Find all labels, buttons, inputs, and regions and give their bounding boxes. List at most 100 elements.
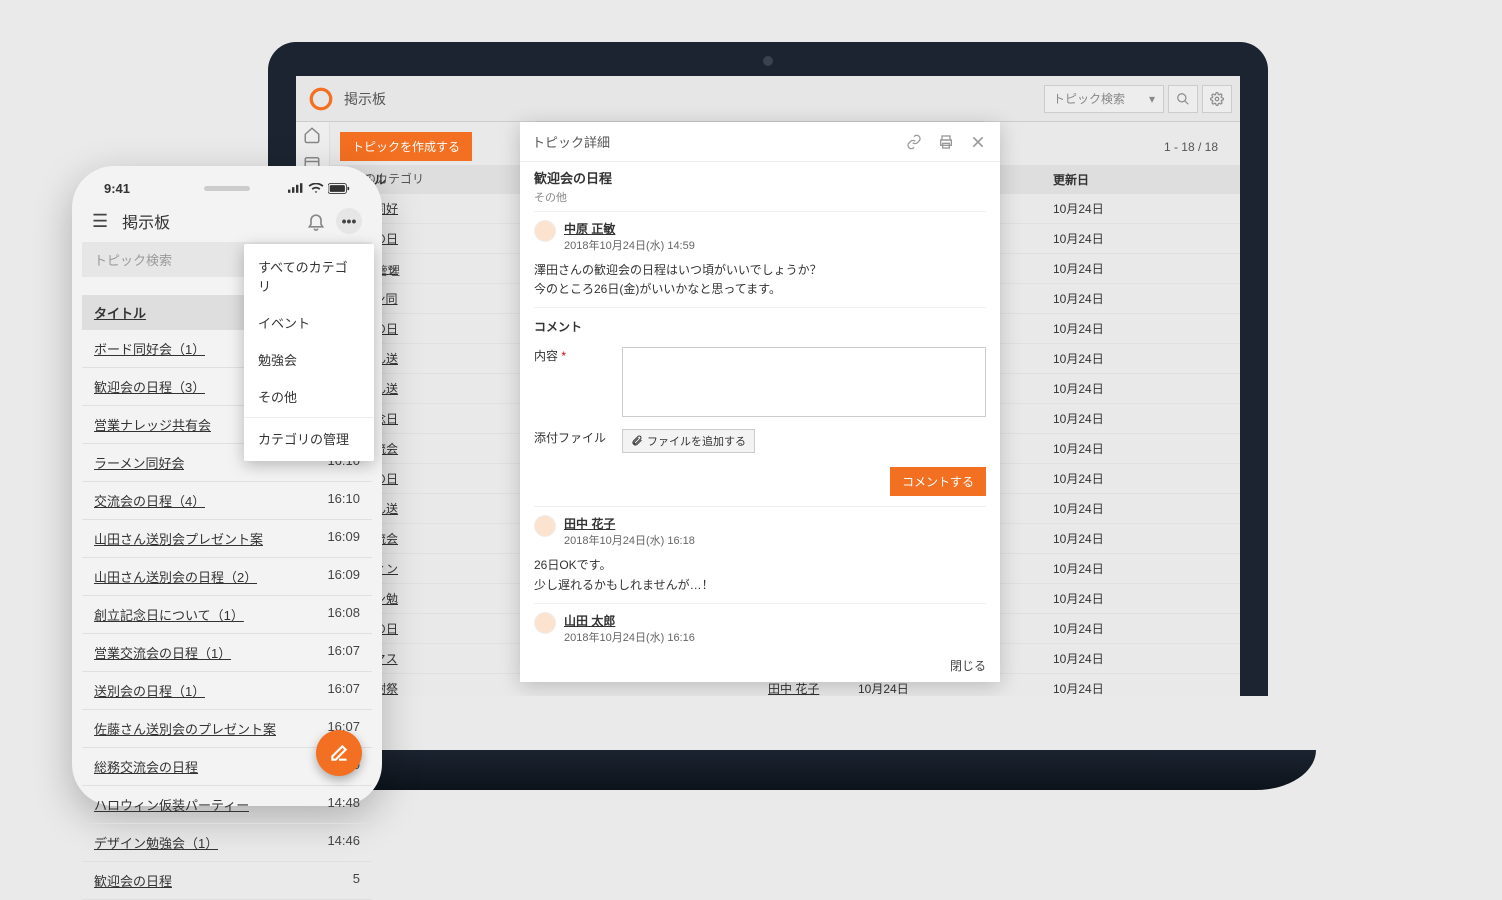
updated-date: 10月24日 xyxy=(1045,464,1240,494)
laptop-camera xyxy=(763,56,773,66)
more-button[interactable]: ••• xyxy=(336,208,362,234)
category-dropdown: すべてのカテゴリイベント勉強会その他 カテゴリの管理 xyxy=(244,244,374,461)
topic-link[interactable]: ボード同好会（1） xyxy=(94,339,205,358)
menu-icon[interactable]: ☰ xyxy=(92,211,108,232)
updated-date: 10月24日 xyxy=(1045,404,1240,434)
comment-section-label: コメント xyxy=(534,308,986,341)
phone-speaker xyxy=(204,186,250,191)
topic-time: 14:46 xyxy=(327,833,360,852)
comment: 田中 花子 2018年10月24日(水) 16:18 xyxy=(534,507,986,552)
comment-timestamp: 2018年10月24日(水) 16:16 xyxy=(564,629,695,645)
comment: 山田 太郎 2018年10月24日(水) 16:16 xyxy=(534,604,986,649)
dropdown-item[interactable]: すべてのカテゴリ xyxy=(244,248,374,304)
add-file-button[interactable]: ファイルを追加する xyxy=(622,429,755,453)
updated-date: 10月24日 xyxy=(1045,374,1240,404)
phone-th-title[interactable]: タイトル xyxy=(94,306,146,321)
updated-date: 10月24日 xyxy=(1045,524,1240,554)
comment-body: 26日OKです。少し遅れるかもしれませんが…！ xyxy=(534,552,986,603)
close-icon[interactable] xyxy=(970,134,988,150)
app-title: 掲示板 xyxy=(344,89,386,109)
topic-link[interactable]: 営業交流会の日程（1） xyxy=(94,643,231,662)
author-link[interactable]: 田中 花子 xyxy=(768,682,819,696)
topic-link[interactable]: 佐藤さん送別会のプレゼント案 xyxy=(94,719,276,738)
laptop-screen: 掲示板 トピック検索 ▾ xyxy=(296,76,1240,696)
laptop-frame: 掲示板 トピック検索 ▾ xyxy=(268,42,1268,696)
topic-link[interactable]: 総務交流会の日程 xyxy=(94,757,198,776)
modal-title: トピック詳細 xyxy=(532,132,610,151)
topic-title: 歓迎会の日程 xyxy=(534,162,986,187)
list-item[interactable]: 交流会の日程（4） 16:10 xyxy=(82,482,372,520)
close-link[interactable]: 閉じる xyxy=(950,659,986,673)
chevron-down-icon: ▾ xyxy=(1149,92,1155,106)
pagination-top: 1 - 18 / 18 xyxy=(1164,140,1230,154)
settings-button[interactable] xyxy=(1202,85,1232,113)
search-button[interactable] xyxy=(1168,85,1198,113)
updated-date: 10月24日 xyxy=(1045,614,1240,644)
laptop-base xyxy=(220,750,1316,790)
topic-time: 5 xyxy=(353,871,360,890)
topic-time: 16:10 xyxy=(327,491,360,510)
topic-link[interactable]: 営業ナレッジ共有会 xyxy=(94,415,211,434)
topic-time: 16:07 xyxy=(327,643,360,662)
dropdown-item[interactable]: 勉強会 xyxy=(244,341,374,378)
list-item[interactable]: 創立記念日について（1） 16:08 xyxy=(82,596,372,634)
submit-comment-button[interactable]: コメントする xyxy=(890,467,986,496)
updated-date: 10月24日 xyxy=(1045,194,1240,224)
app-logo-icon xyxy=(304,82,338,116)
link-icon[interactable] xyxy=(906,134,924,150)
op-author[interactable]: 中原 正敏 xyxy=(564,220,695,237)
bell-icon[interactable] xyxy=(306,211,326,231)
list-item[interactable]: 山田さん送別会の日程（2） 16:09 xyxy=(82,558,372,596)
topic-link[interactable]: 創立記念日について（1） xyxy=(94,605,244,624)
updated-date: 10月24日 xyxy=(1045,674,1240,697)
updated-date: 10月24日 xyxy=(1045,434,1240,464)
dropdown-item[interactable]: その他 xyxy=(244,378,374,415)
updated-date: 10月24日 xyxy=(1045,314,1240,344)
topic-time: 16:07 xyxy=(327,681,360,700)
topic-link[interactable]: ハロウィン仮装パーティー xyxy=(94,795,249,814)
comment-author[interactable]: 田中 花子 xyxy=(564,515,695,532)
list-item[interactable]: ハロウィン仮装パーティー14:48 xyxy=(82,786,372,824)
comment-textarea[interactable] xyxy=(622,347,986,417)
phone-title: 掲示板 xyxy=(122,209,170,233)
topic-time: 16:09 xyxy=(327,567,360,586)
topic-link[interactable]: 送別会の日程（1） xyxy=(94,681,205,700)
create-topic-button[interactable]: トピックを作成する xyxy=(340,132,472,161)
updated-date: 10月24日 xyxy=(1045,254,1240,284)
topic-link[interactable]: 歓迎会の日程（3） xyxy=(94,377,205,396)
updated-date: 10月24日 xyxy=(1045,554,1240,584)
list-item[interactable]: 歓迎会の日程 5 xyxy=(82,862,372,900)
avatar xyxy=(534,612,556,634)
updated-date: 10月24日 xyxy=(1045,284,1240,314)
comment-timestamp: 2018年10月24日(水) 16:18 xyxy=(564,532,695,548)
topic-search-dropdown[interactable]: トピック検索 ▾ xyxy=(1044,85,1164,113)
dropdown-manage[interactable]: カテゴリの管理 xyxy=(244,420,374,457)
avatar xyxy=(534,515,556,537)
topic-link[interactable]: 山田さん送別会の日程（2） xyxy=(94,567,257,586)
topic-link[interactable]: 歓迎会の日程 xyxy=(94,871,172,890)
updated-date: 10月24日 xyxy=(1045,644,1240,674)
original-post: 中原 正敏 2018年10月24日(水) 14:59 xyxy=(534,212,986,257)
dropdown-item[interactable]: イベント xyxy=(244,304,374,341)
phone-header: ☰ 掲示板 ••• xyxy=(82,200,372,242)
updated-date: 10月24日 xyxy=(1045,344,1240,374)
op-timestamp: 2018年10月24日(水) 14:59 xyxy=(564,237,695,253)
topic-link[interactable]: 交流会の日程（4） xyxy=(94,491,205,510)
topic-link[interactable]: ラーメン同好会 xyxy=(94,453,184,472)
list-item[interactable]: デザイン勉強会（1） 14:46 xyxy=(82,824,372,862)
topic-link[interactable]: 山田さん送別会プレゼント案 xyxy=(94,529,263,548)
avatar xyxy=(534,220,556,242)
th-updated[interactable]: 更新日 xyxy=(1053,173,1089,187)
comment-author[interactable]: 山田 太郎 xyxy=(564,612,695,629)
list-item[interactable]: 営業交流会の日程（1） 16:07 xyxy=(82,634,372,672)
topic-time: 16:08 xyxy=(327,605,360,624)
compose-fab[interactable] xyxy=(316,730,362,776)
topic-detail-modal: トピック詳細 歓迎会の日程 その他 中原 正敏 xyxy=(520,122,1000,682)
list-item[interactable]: 送別会の日程（1） 16:07 xyxy=(82,672,372,710)
attach-label: 添付ファイル xyxy=(534,429,614,446)
print-icon[interactable] xyxy=(938,134,956,150)
updated-date: 10月24日 xyxy=(1045,494,1240,524)
home-icon[interactable] xyxy=(303,126,323,146)
topic-link[interactable]: デザイン勉強会（1） xyxy=(94,833,218,852)
list-item[interactable]: 山田さん送別会プレゼント案16:09 xyxy=(82,520,372,558)
